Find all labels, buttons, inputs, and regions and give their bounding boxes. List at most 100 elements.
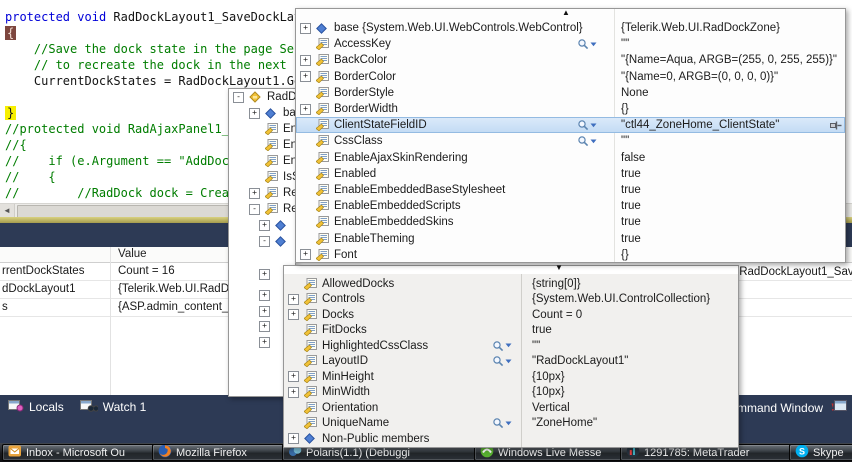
code-line: protected void RadDockLayout1_SaveDockLa… [5,10,323,24]
property-row[interactable]: EnableAjaxSkinRendering false [296,150,845,166]
expand-icon[interactable]: + [288,309,299,321]
diamond-icon [265,107,279,119]
expand-icon[interactable]: + [300,22,311,34]
prop-icon [316,54,330,67]
property-row[interactable]: + Docks Count = 0 [284,307,738,323]
property-row[interactable]: + base {System.Web.UI.WebControls.WebCont… [296,20,845,36]
property-name: EnableTheming [334,232,415,245]
expand-icon[interactable]: + [300,249,311,261]
property-row[interactable]: Orientation Vertical [284,400,738,416]
prop-icon [316,38,330,51]
property-row[interactable]: + MinWidth {10px} [284,385,738,401]
expand-icon[interactable]: + [288,433,299,445]
column-divider[interactable] [110,247,111,395]
property-row[interactable]: + BorderColor "{Name=0, ARGB=(0, 0, 0, 0)}… [296,69,845,85]
vs-debug-screen: protected void RadDockLayout1_SaveDockLa… [0,0,852,462]
expand-icon[interactable]: + [249,107,260,119]
property-name: Controls [322,293,365,306]
magnifier-icon[interactable] [577,135,597,147]
expand-icon[interactable]: + [288,293,299,305]
datatip-tree-row[interactable]: En [229,121,295,137]
expand-icon[interactable]: + [288,371,299,383]
scroll-up-icon[interactable]: ▲ [562,8,570,17]
property-row[interactable]: CssClass "" [296,133,845,149]
taskbar-button-firefox[interactable]: Mozilla Firefox [152,444,290,461]
taskbar-button-label: Mozilla Firefox [176,446,247,459]
property-row[interactable]: EnableTheming true [296,230,845,246]
datatip-tree-row[interactable]: -Re [229,201,295,217]
expand-icon[interactable]: + [259,337,270,348]
tab-label: Watch 1 [102,400,147,414]
command-window-tab[interactable]: mmand Window [737,400,848,415]
collapse-icon[interactable]: - [249,203,260,215]
expand-icon[interactable]: + [300,71,311,83]
datatip-tree-row[interactable]: En [229,137,295,153]
property-row[interactable]: Enabled true [296,166,845,182]
prop-icon [265,187,279,199]
property-value: "ZoneHome" [532,417,598,430]
prop-icon [316,86,330,99]
property-row[interactable]: EnableEmbeddedScripts true [296,198,845,214]
collapse-icon[interactable]: - [233,91,244,103]
datatip-tree-row[interactable]: - RadDo [229,89,295,105]
property-value: "" [621,38,630,51]
property-name: BorderStyle [334,86,395,99]
property-row[interactable]: + MinHeight {10px} [284,369,738,385]
datatip-tree-row[interactable]: IsS [229,169,295,185]
expand-icon[interactable]: + [259,219,270,231]
datatip-tree-row[interactable]: +Re [229,185,295,201]
expand-icon[interactable]: + [300,103,311,115]
datatip-tree-row[interactable]: - [229,233,295,249]
prop-icon [316,248,330,261]
property-name: ClientStateFieldID [334,119,427,132]
expand-icon[interactable]: + [288,386,299,398]
property-row[interactable]: AccessKey "" [296,36,845,52]
tab-locals[interactable]: Locals [8,399,64,415]
property-name: MinHeight [322,370,374,383]
property-row[interactable]: UniqueName "ZoneHome" [284,416,738,432]
expand-icon[interactable]: + [259,321,270,332]
datatip-tree-row[interactable]: En [229,153,295,169]
property-row[interactable]: EnableEmbeddedBaseStylesheet true [296,182,845,198]
magnifier-icon[interactable] [577,119,597,131]
property-row[interactable]: LayoutID "RadDockLayout1" [284,354,738,370]
property-value: "{Name=0, ARGB=(0, 0, 0, 0)}" [621,70,779,83]
expand-icon[interactable]: + [259,306,270,317]
property-row[interactable]: + BackColor "{Name=Aqua, ARGB=(255, 0, 255… [296,52,845,68]
scroll-down-icon[interactable]: ▼ [555,263,563,272]
magnifier-icon[interactable] [577,38,597,50]
expand-icon[interactable]: + [249,187,260,199]
property-row[interactable]: + Font {} [296,247,845,263]
property-row[interactable]: EnableEmbeddedSkins true [296,214,845,230]
property-row[interactable]: + Non-Public members [284,431,738,447]
property-name: EnableEmbeddedBaseStylesheet [334,183,506,196]
expand-icon[interactable]: + [259,290,270,301]
property-value: "ctl44_ZoneHome_ClientState" [621,119,780,132]
magnifier-icon[interactable] [492,355,512,367]
magnifier-icon[interactable] [492,340,512,352]
taskbar-button-skype[interactable]: S Skype [789,444,852,461]
property-row[interactable]: HighlightedCssClass "" [284,338,738,354]
property-name: UniqueName [322,417,390,430]
taskbar-button-outlook[interactable]: Inbox - Microsoft Ou [2,444,160,461]
property-row[interactable]: BorderStyle None [296,85,845,101]
pin-icon[interactable] [829,120,842,134]
property-name: Enabled [334,167,377,180]
property-row[interactable]: ClientStateFieldID "ctl44_ZoneHome_Client… [296,117,845,134]
prop-icon [316,183,330,196]
magnifier-icon[interactable] [492,417,512,429]
property-row[interactable]: + Controls {System.Web.UI.ControlCollectio… [284,292,738,308]
collapse-icon[interactable]: - [259,235,270,247]
tree-node-label: ba [283,107,296,119]
expand-icon[interactable]: + [300,54,311,66]
property-row[interactable]: AllowedDocks {string[0]} [284,276,738,292]
property-name: Font [334,248,358,261]
property-row[interactable]: + BorderWidth {} [296,101,845,117]
scrollbar-left-arrow-icon[interactable]: ◄ [0,204,15,217]
property-value: Count = 0 [532,308,583,321]
datatip-tree-row[interactable]: + [229,217,295,233]
datatip-tree-row[interactable]: + ba [229,105,295,121]
property-row[interactable]: FitDocks true [284,323,738,339]
expand-icon[interactable]: + [259,269,270,280]
tab-watch-1[interactable]: Watch 1 [79,399,147,415]
